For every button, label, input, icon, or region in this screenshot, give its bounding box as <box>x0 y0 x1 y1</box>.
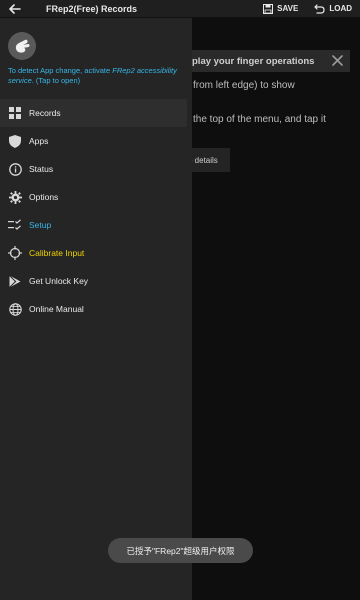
banner-text: play your finger operations <box>192 55 315 67</box>
menu-item-online-manual[interactable]: Online Manual <box>0 295 192 323</box>
menu-item-setup[interactable]: Setup <box>0 211 192 239</box>
menu-label: Calibrate Input <box>29 248 85 258</box>
drawer-menu: Records Apps Status Options Setup Calibr… <box>0 99 192 323</box>
save-button[interactable]: SAVE <box>255 0 306 18</box>
undo-icon <box>314 3 325 14</box>
arrow-left-icon <box>9 3 21 14</box>
gear-icon <box>8 190 22 204</box>
menu-label: Get Unlock Key <box>29 276 89 286</box>
menu-label: Setup <box>29 220 52 230</box>
menu-label: Status <box>29 164 54 174</box>
load-button[interactable]: LOAD <box>306 0 360 18</box>
menu-item-options[interactable]: Options <box>0 183 192 211</box>
save-label: SAVE <box>277 4 299 13</box>
accessibility-notice[interactable]: To detect App change, activate FRep2 acc… <box>8 66 186 86</box>
menu-label: Apps <box>29 136 49 146</box>
info-banner: play your finger operations <box>178 50 350 72</box>
menu-item-apps[interactable]: Apps <box>0 127 192 155</box>
globe-icon <box>8 302 22 316</box>
drawer-header: To detect App change, activate FRep2 acc… <box>0 18 192 88</box>
app-bar: FRep2(Free) Records SAVE LOAD <box>0 0 360 18</box>
hint-line-2: the top of the menu, and tap it <box>193 114 326 125</box>
menu-item-calibrate-input[interactable]: Calibrate Input <box>0 239 192 267</box>
navigation-drawer: To detect App change, activate FRep2 acc… <box>0 18 192 600</box>
grid-icon <box>8 106 22 120</box>
close-icon[interactable] <box>331 54 344 67</box>
app-title: FRep2(Free) Records <box>46 3 138 14</box>
play-store-icon <box>8 274 22 288</box>
notice-text-1: To detect App change, activate <box>8 66 113 75</box>
save-icon <box>263 3 274 14</box>
checklist-icon <box>8 218 22 232</box>
menu-item-get-unlock-key[interactable]: Get Unlock Key <box>0 267 192 295</box>
hand-logo-icon <box>15 39 30 53</box>
crosshair-icon <box>8 246 22 260</box>
notice-text-2: . (Tap to open) <box>31 76 81 85</box>
menu-item-records[interactable]: Records <box>0 99 187 127</box>
menu-label: Online Manual <box>29 304 84 314</box>
load-label: LOAD <box>329 4 352 13</box>
hint-line-1: from left edge) to show <box>193 80 295 91</box>
app-logo <box>8 32 36 60</box>
shield-icon <box>8 134 22 148</box>
menu-label: Options <box>29 192 59 202</box>
info-icon <box>8 162 22 176</box>
menu-label: Records <box>29 108 61 118</box>
menu-item-status[interactable]: Status <box>0 155 192 183</box>
back-button[interactable] <box>0 0 30 18</box>
toast-message: 已授予"FRep2"超级用户权限 <box>108 538 253 563</box>
